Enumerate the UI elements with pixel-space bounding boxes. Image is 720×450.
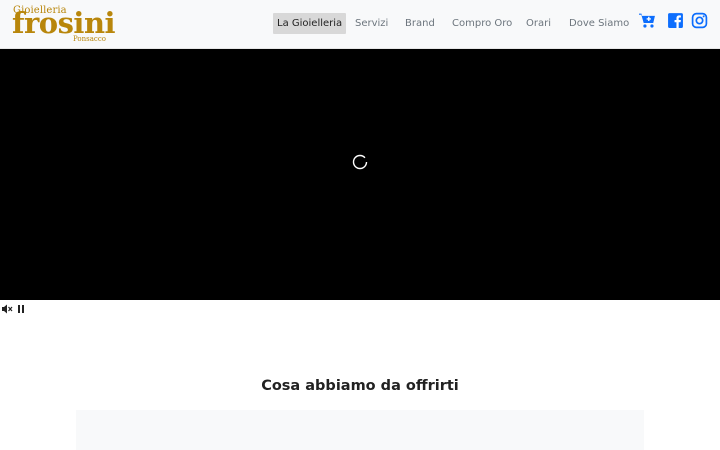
brand-name: frosini bbox=[12, 6, 116, 40]
nav-item-servizi[interactable]: Servizi bbox=[355, 13, 388, 34]
nav-item-la-gioielleria[interactable]: La Gioielleria bbox=[273, 13, 347, 34]
brand-logo[interactable]: Gioielleria frosini Ponsacco bbox=[12, 6, 116, 44]
offer-panel bbox=[76, 410, 644, 450]
pause-icon[interactable] bbox=[15, 300, 27, 313]
facebook-icon[interactable] bbox=[667, 12, 684, 29]
loading-spinner-icon bbox=[352, 154, 368, 170]
navbar: Gioielleria frosini Ponsacco La Gioielle… bbox=[0, 0, 720, 49]
section-title: Cosa abbiamo da offrirti bbox=[261, 378, 459, 394]
instagram-icon[interactable] bbox=[691, 12, 708, 29]
mute-icon[interactable] bbox=[1, 300, 13, 314]
nav-item-orari[interactable]: Orari bbox=[526, 13, 551, 34]
nav-item-brand[interactable]: Brand bbox=[405, 13, 435, 34]
video-player[interactable] bbox=[0, 49, 720, 300]
brand-location: Ponsacco bbox=[73, 35, 106, 43]
cart-icon[interactable] bbox=[639, 12, 656, 29]
nav-item-compro-oro[interactable]: Compro Oro bbox=[452, 13, 512, 34]
nav-item-dove-siamo[interactable]: Dove Siamo bbox=[569, 13, 629, 34]
